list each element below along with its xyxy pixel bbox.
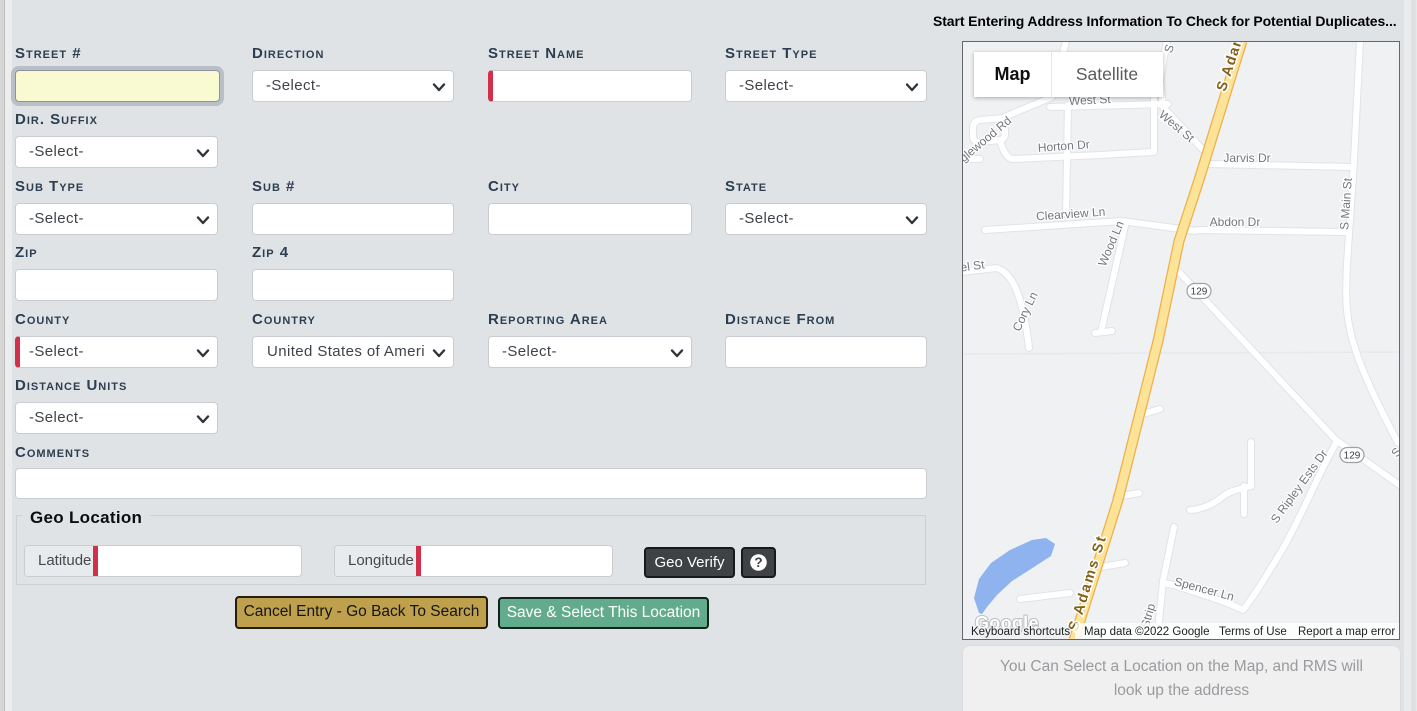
svg-text:Jarvis Dr: Jarvis Dr — [1223, 151, 1270, 165]
svg-text:129: 129 — [1191, 287, 1208, 298]
svg-text:129: 129 — [1344, 451, 1361, 462]
svg-text:S Adams St: S Adams St — [1066, 533, 1111, 633]
svg-text:Spencer Ln: Spencer Ln — [1173, 574, 1236, 603]
svg-text:Terms of Use: Terms of Use — [1219, 626, 1287, 638]
svg-text:Abdon Dr: Abdon Dr — [1210, 215, 1261, 229]
svg-text:West St: West St — [1156, 107, 1198, 145]
svg-text:Keyboard shortcuts: Keyboard shortcuts — [971, 626, 1070, 638]
svg-text:Map data ©2022 Google: Map data ©2022 Google — [1084, 626, 1209, 638]
svg-text:S Adam: S Adam — [1214, 42, 1248, 93]
svg-text:S: S — [1388, 445, 1399, 460]
svg-text:Cory Ln: Cory Ln — [1010, 290, 1041, 334]
svg-text:?: ? — [754, 555, 762, 570]
svg-text:Report a map error: Report a map error — [1298, 626, 1395, 638]
